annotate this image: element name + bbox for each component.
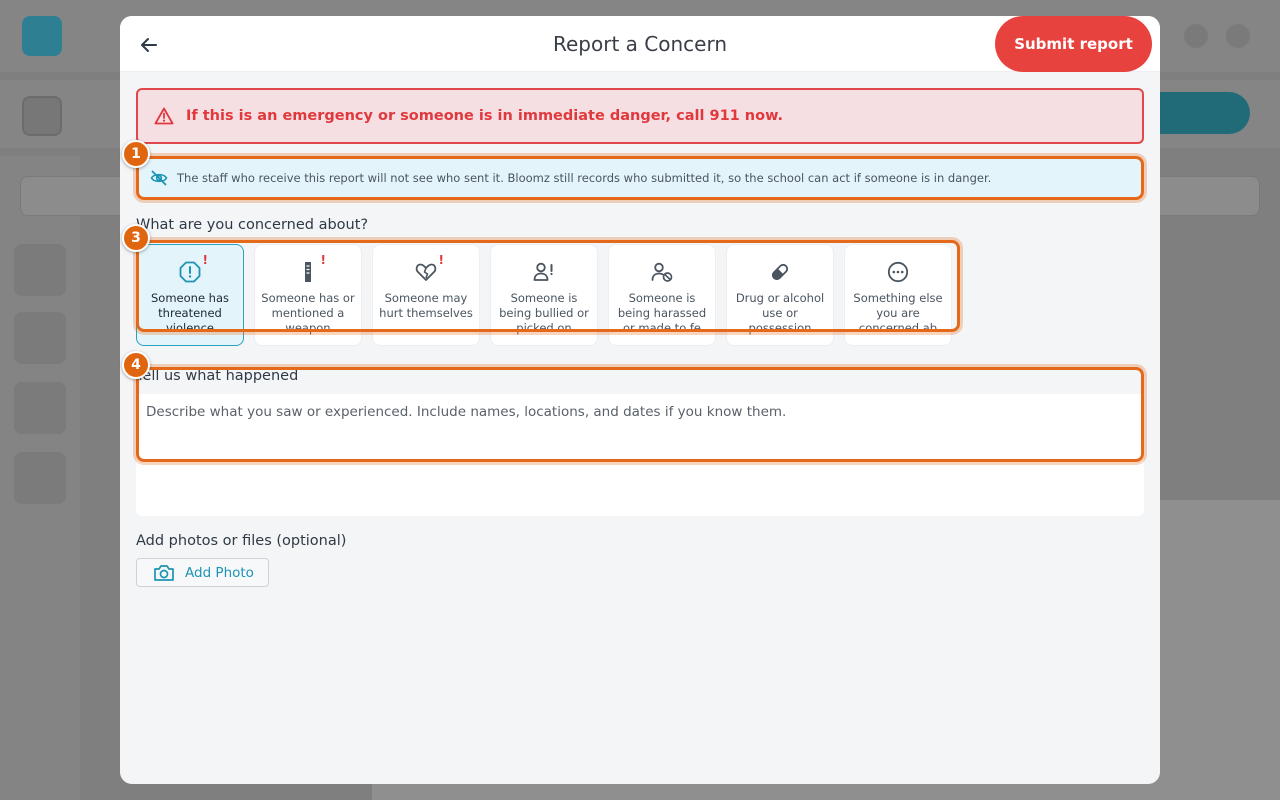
concern-category-list: ! Someone has threatened violence ! Some…	[136, 244, 952, 346]
annotation-badge: 1	[122, 140, 150, 168]
bg-sidebar-item	[14, 312, 66, 364]
category-label: Someone has threatened violence	[151, 291, 229, 335]
category-self-harm[interactable]: ! Someone may hurt themselves	[372, 244, 480, 346]
camera-icon	[154, 564, 174, 581]
pill-icon	[767, 259, 793, 285]
bg-sidebar-item	[14, 244, 66, 296]
category-threatened-violence[interactable]: ! Someone has threatened violence	[136, 244, 244, 346]
annotation-badge: 4	[122, 351, 150, 379]
story-label: Tell us what happened	[136, 368, 299, 384]
alert-octagon-icon: !	[177, 254, 208, 285]
anonymous-notice-text: The staff who receive this report will n…	[177, 171, 992, 185]
warning-triangle-icon	[154, 107, 174, 125]
eye-off-icon	[150, 170, 168, 186]
category-label: Drug or alcohol use or possession	[735, 291, 825, 335]
category-bullied[interactable]: Someone is being bullied or picked on	[490, 244, 598, 346]
bg-logo	[22, 16, 62, 56]
add-photo-label: Add Photo	[185, 564, 254, 581]
person-alert-icon	[531, 259, 557, 285]
bg-sidebar-item	[14, 382, 66, 434]
emergency-banner: If this is an emergency or someone is in…	[136, 88, 1144, 144]
anonymous-notice: The staff who receive this report will n…	[138, 158, 1142, 198]
weapon-icon: !	[295, 254, 326, 285]
report-concern-modal: Report a Concern Submit report If this i…	[120, 16, 1160, 784]
category-weapon[interactable]: ! Someone has or mentioned a weapon	[254, 244, 362, 346]
category-label: Someone is being harassed or made to fe	[617, 291, 707, 335]
broken-heart-icon: !	[413, 254, 444, 285]
more-circle-icon	[885, 259, 911, 285]
concern-label: What are you concerned about?	[136, 217, 369, 233]
category-label: Someone may hurt themselves	[379, 291, 473, 320]
annotation-badge: 3	[122, 224, 150, 252]
add-photo-button[interactable]: Add Photo	[136, 558, 269, 587]
category-label: Something else you are concerned ab	[853, 291, 943, 335]
bg-topbar-icon	[1226, 24, 1250, 48]
story-textarea[interactable]	[136, 394, 1144, 516]
bg-class-icon	[22, 96, 62, 136]
category-drugs-alcohol[interactable]: Drug or alcohol use or possession	[726, 244, 834, 346]
category-label: Someone has or mentioned a weapon	[261, 291, 355, 335]
bg-sidebar-item	[14, 452, 66, 504]
modal-header: Report a Concern Submit report	[120, 16, 1160, 72]
category-something-else[interactable]: Something else you are concerned ab	[844, 244, 952, 346]
submit-report-button[interactable]: Submit report	[995, 16, 1152, 72]
category-harassed[interactable]: Someone is being harassed or made to fe	[608, 244, 716, 346]
person-blocked-icon	[649, 259, 675, 285]
category-label: Someone is being bullied or picked on	[499, 291, 589, 335]
emergency-text: If this is an emergency or someone is in…	[186, 108, 784, 124]
attachments-label: Add photos or files (optional)	[136, 533, 347, 549]
bg-topbar-icon	[1184, 24, 1208, 48]
